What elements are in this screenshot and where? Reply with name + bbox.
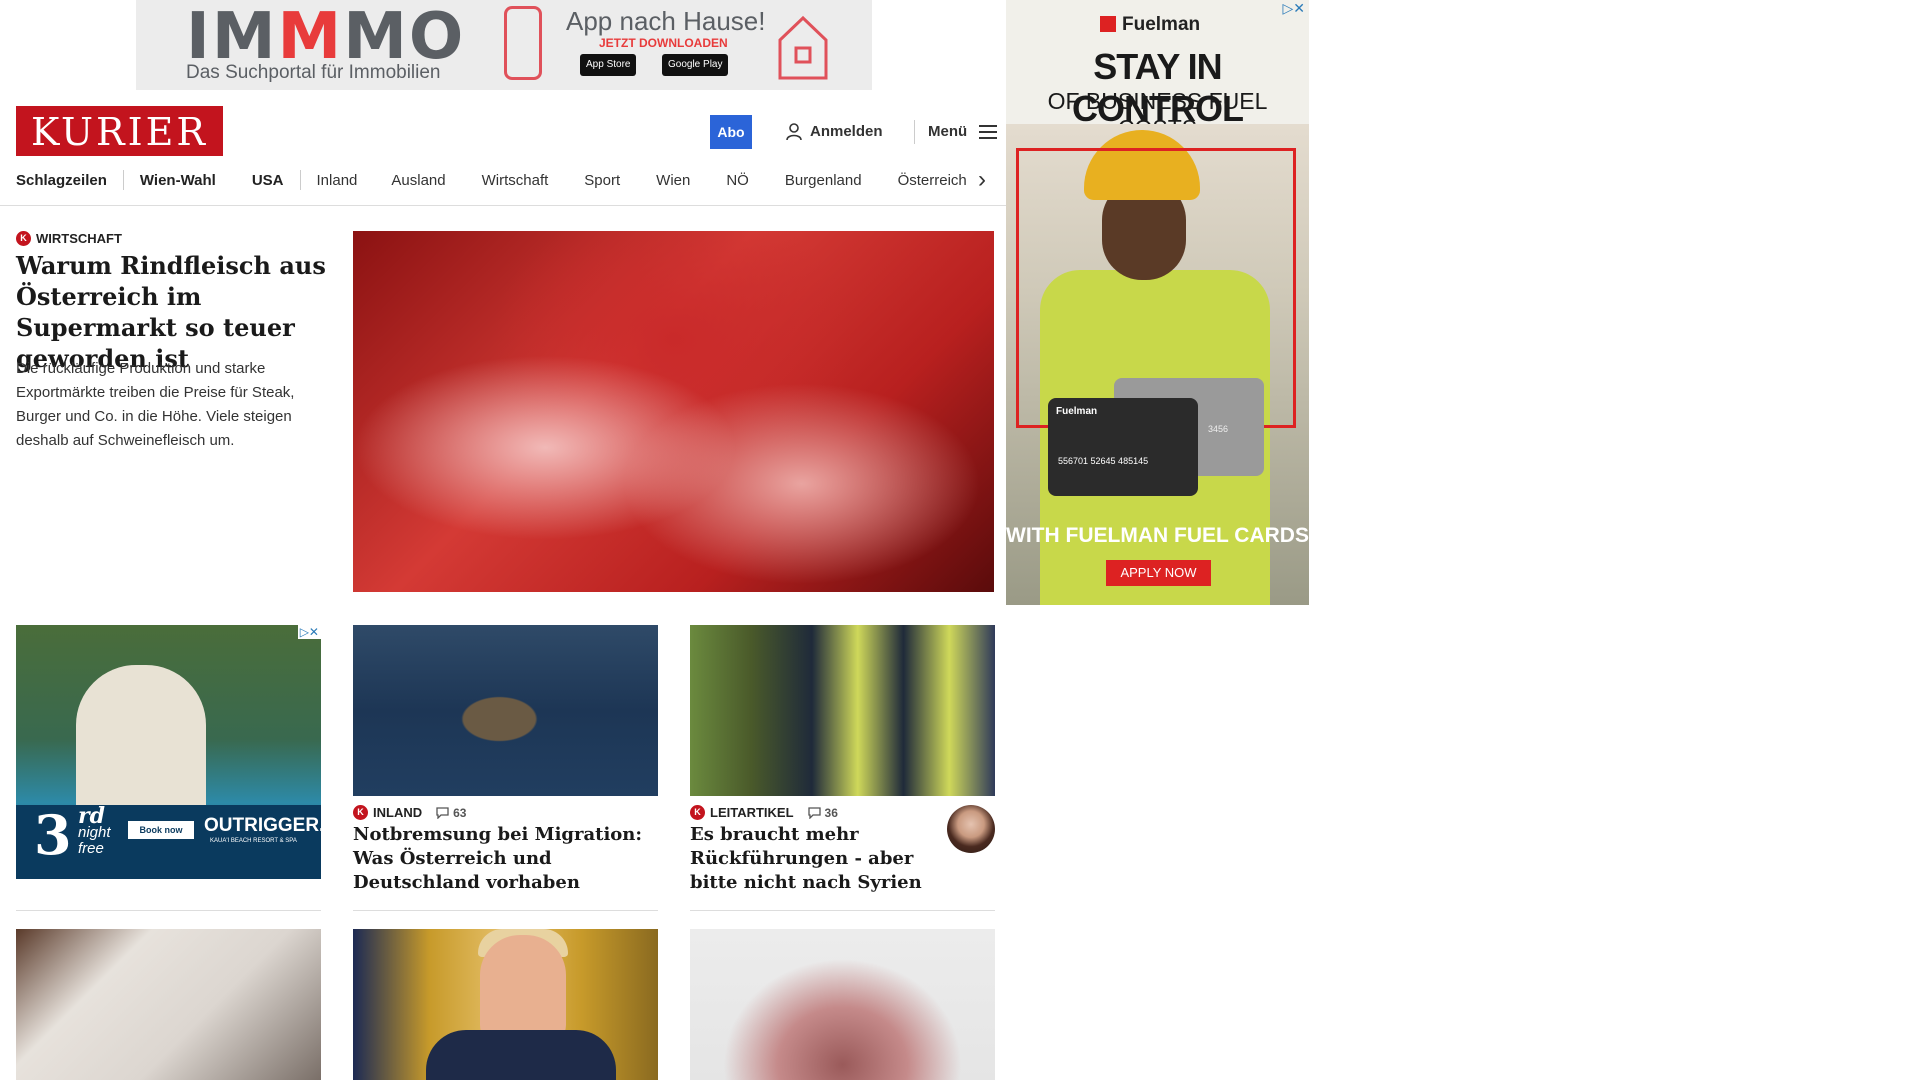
abo-button[interactable]: Abo [710, 115, 752, 149]
lead-teaser[interactable]: Die rückläufige Produktion und starke Ex… [16, 357, 326, 453]
house-icon [778, 15, 828, 80]
author-avatar[interactable] [947, 805, 995, 853]
google-play-badge[interactable]: Google Play [662, 54, 729, 76]
app-ad-subtitle: JETZT DOWNLOADEN [599, 36, 728, 50]
book-now-button[interactable]: Book now [128, 821, 194, 839]
login-button[interactable]: Anmelden [786, 120, 883, 144]
comment-count-value: 36 [824, 805, 838, 820]
kurier-badge-icon: K [690, 805, 705, 820]
trump-suit [426, 1030, 616, 1080]
ad-choices-icon[interactable]: ▷✕ [1283, 0, 1306, 17]
ad-choices-icon[interactable]: ▷✕ [297, 625, 321, 639]
nav-item-sport[interactable]: Sport [584, 172, 620, 189]
comment-count[interactable]: 63 [436, 806, 466, 820]
card-divider [16, 910, 321, 911]
ad-night-free: night free [78, 824, 111, 857]
kurier-badge-icon: K [16, 231, 31, 246]
immmo-banner-ad[interactable]: IMMMO Das Suchportal für Immobilien App … [136, 0, 872, 90]
card-digits: 3456 [1208, 424, 1229, 434]
nav-item-ausland[interactable]: Ausland [391, 172, 445, 189]
outrigger-ad[interactable]: 3 rd night free Book now OUTRIGGER. KAUA'… [16, 625, 321, 879]
lead-kicker[interactable]: K WIRTSCHAFT [16, 231, 122, 246]
card-kicker[interactable]: K LEITARTIKEL [690, 805, 794, 820]
fuel-card: Fuelman 556701 52645 485145 3456 [1048, 398, 1228, 496]
nav-item-usa[interactable]: USA [252, 172, 284, 189]
app-store-badge[interactable]: App Store [580, 54, 637, 76]
lead-image-meat[interactable] [353, 231, 994, 592]
user-icon [786, 123, 802, 141]
hamburger-icon [979, 125, 998, 139]
kurier-logo[interactable]: KURIER [16, 106, 223, 156]
card-headline[interactable]: Es braucht mehr Rückführungen - aber bit… [690, 823, 940, 895]
migration-boat-image[interactable] [353, 625, 658, 796]
kurier-badge-icon: K [353, 805, 368, 820]
fuelman-cta-text: WITH FUELMAN FUEL CARDS [1006, 524, 1309, 547]
card-meta: K LEITARTIKEL 36 [690, 805, 838, 820]
nav-item-noe[interactable]: NÖ [726, 172, 749, 189]
nav-item-burgenland[interactable]: Burgenland [785, 172, 862, 189]
care-article-image[interactable] [16, 929, 321, 1080]
fuelman-logo: Fuelman [1100, 14, 1200, 36]
login-label: Anmelden [810, 123, 883, 140]
menu-button[interactable]: Menü [928, 120, 998, 144]
phone-icon [504, 6, 542, 80]
police-image[interactable] [690, 625, 995, 796]
nav-divider [299, 170, 301, 190]
nav-item-oesterreich[interactable]: Österreich [898, 172, 967, 189]
comment-icon [807, 806, 821, 819]
card-number: 556701 52645 485145 [1058, 456, 1149, 466]
card-section-label: INLAND [373, 805, 423, 820]
fuelman-side-ad[interactable]: ▷✕ Fuelman STAY IN CONTROL OF BUSINESS F… [1006, 0, 1309, 605]
menu-label: Menü [928, 123, 968, 140]
waterslide-image [76, 665, 206, 825]
nav-scroll-right-icon[interactable]: › [978, 166, 986, 194]
nav-item-wirtschaft[interactable]: Wirtschaft [482, 172, 549, 189]
nav-item-inland[interactable]: Inland [317, 172, 358, 189]
nav-item-wien-wahl[interactable]: Wien-Wahl [140, 172, 216, 189]
app-ad-title: App nach Hause! [566, 6, 766, 36]
section-nav: Schlagzeilen Wien-Wahl USA Inland Auslan… [16, 168, 999, 192]
comment-count[interactable]: 36 [807, 805, 838, 820]
fashion-article-image[interactable] [690, 929, 995, 1080]
card-divider [690, 910, 995, 911]
immmo-logo: IMMMO [186, 0, 466, 74]
lead-section-label: WIRTSCHAFT [36, 231, 122, 246]
card-headline[interactable]: Notbremsung bei Migration: Was Österreic… [353, 823, 658, 895]
card-kicker[interactable]: K INLAND [353, 805, 422, 820]
card-divider [353, 910, 658, 911]
outrigger-subtitle: KAUA'I BEACH RESORT & SPA [210, 838, 297, 844]
immmo-tagline: Das Suchportal für Immobilien [186, 62, 441, 83]
card-brand: Fuelman [1056, 406, 1098, 417]
comment-icon [436, 806, 449, 819]
lead-headline[interactable]: Warum Rindfleisch aus Österreich im Supe… [16, 250, 326, 374]
ad-number: 3 [34, 803, 72, 867]
trump-face [480, 935, 566, 1045]
card-meta: K INLAND 63 [353, 805, 466, 820]
nav-divider [122, 170, 124, 190]
nav-divider-line [0, 205, 1006, 206]
comment-count-value: 63 [453, 805, 467, 820]
outrigger-logo: OUTRIGGER. [204, 815, 321, 836]
card-section-label: LEITARTIKEL [710, 805, 794, 820]
nav-item-wien[interactable]: Wien [656, 172, 690, 189]
header-divider [914, 120, 915, 144]
nav-item-schlagzeilen[interactable]: Schlagzeilen [16, 172, 107, 189]
apply-now-button[interactable]: APPLY NOW [1106, 560, 1211, 586]
